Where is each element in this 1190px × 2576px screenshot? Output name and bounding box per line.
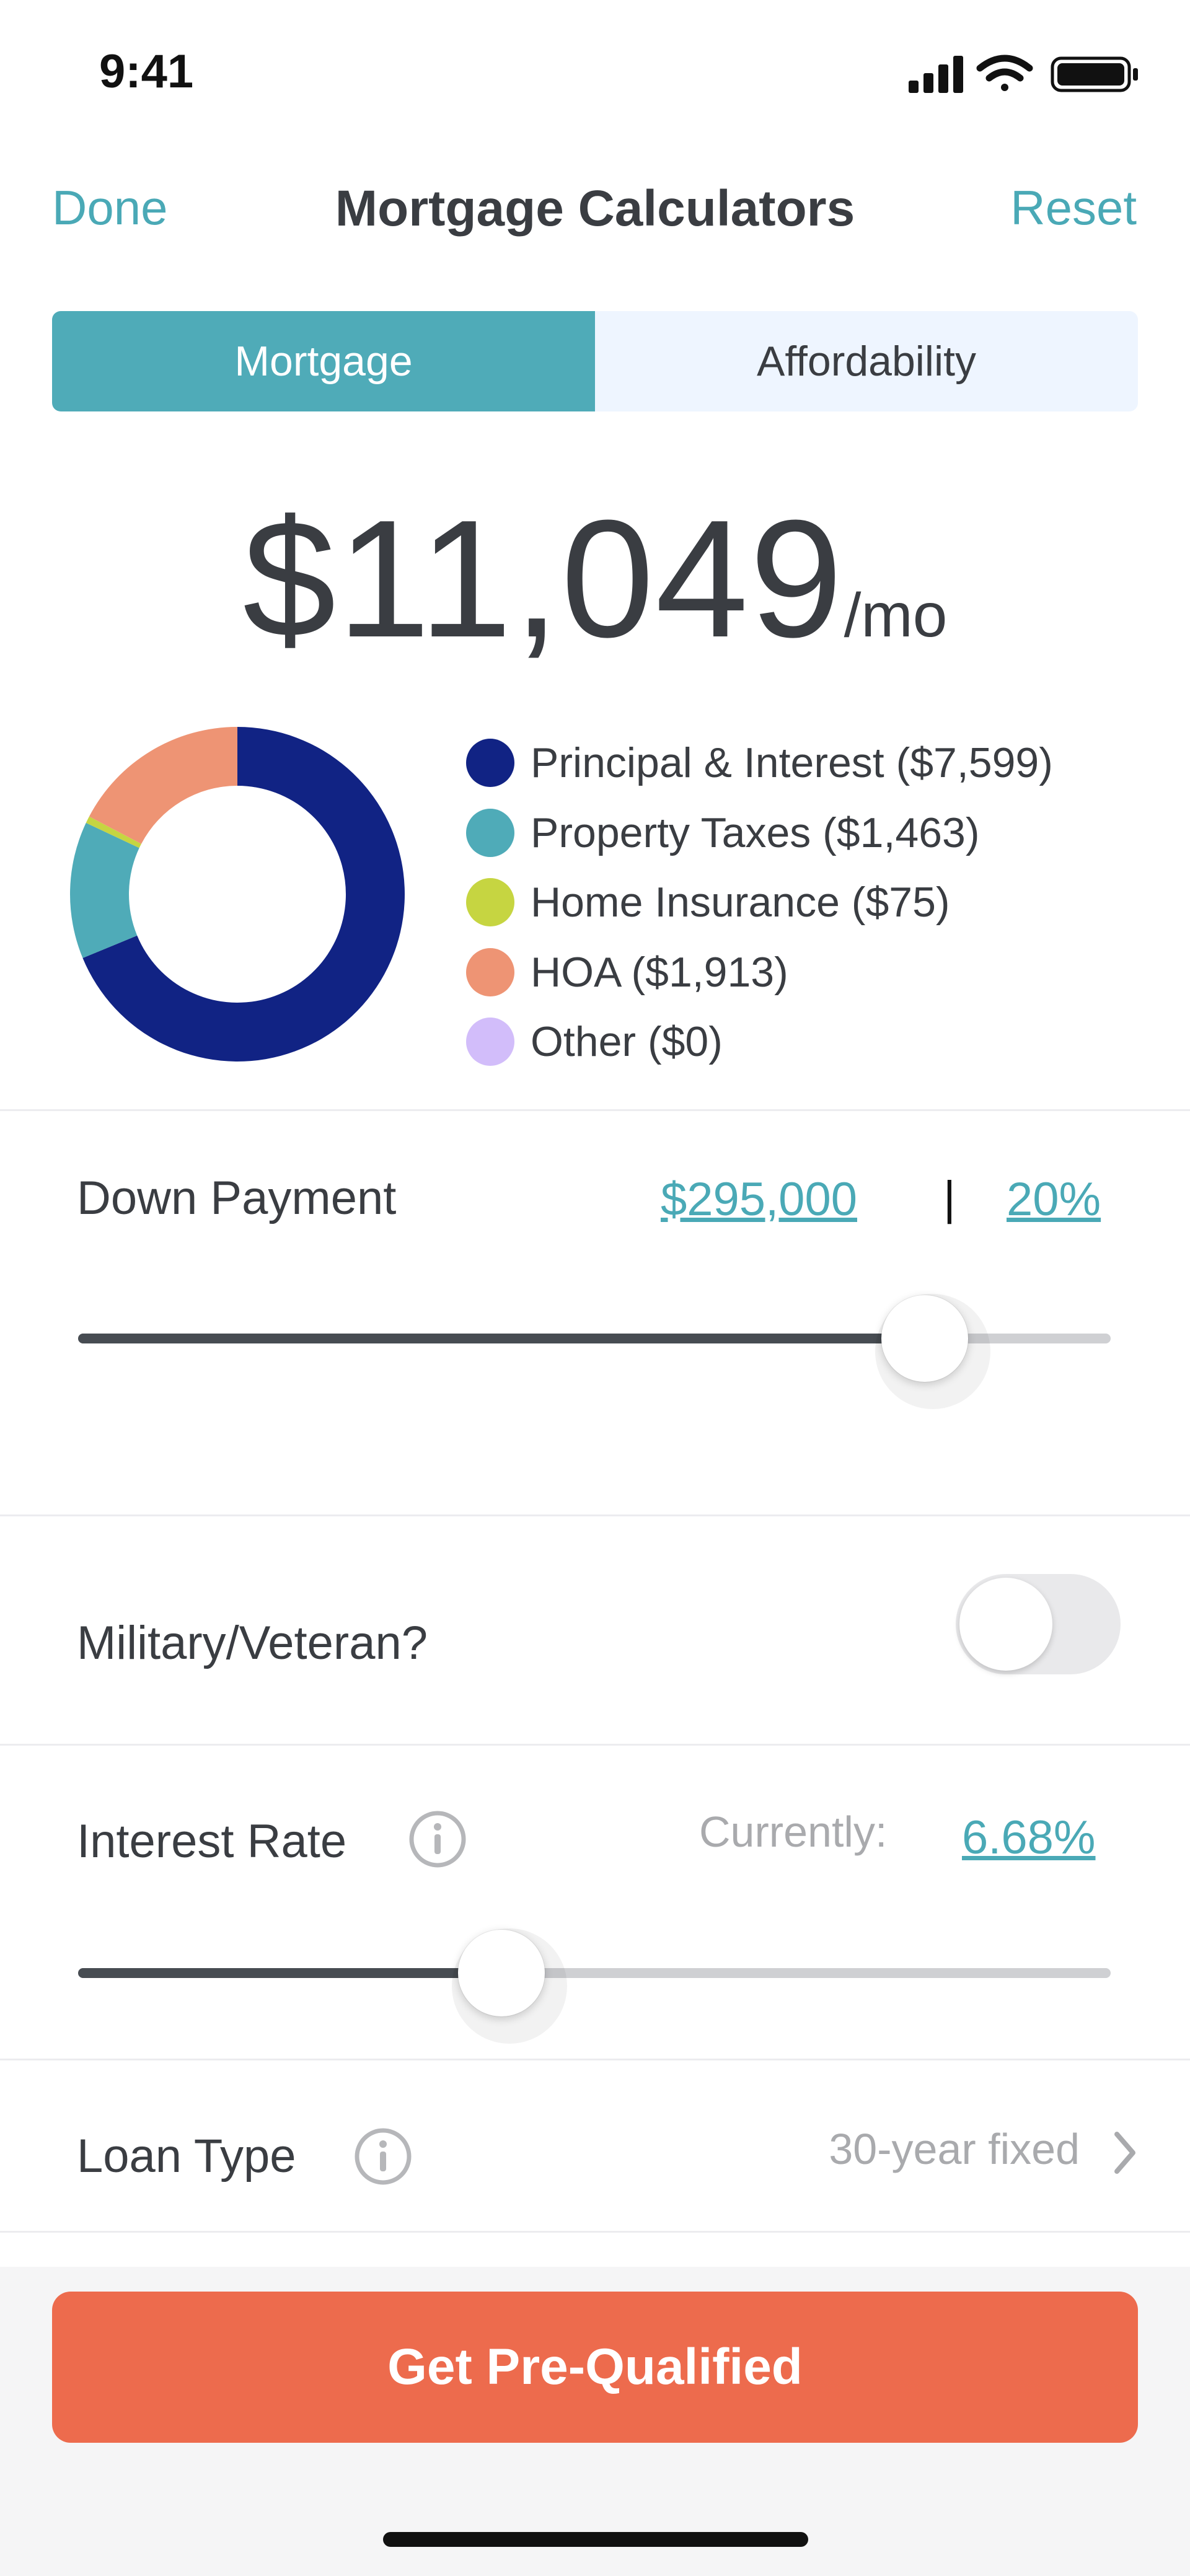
loan-type-row[interactable]: Loan Type 30-year fixed [0,2064,1190,2231]
legend-dot [466,878,514,927]
status-time: 9:41 [99,45,194,98]
battery-icon [1051,56,1138,92]
loan-type-label: Loan Type [77,2130,296,2183]
status-icons [909,55,1138,93]
monthly-amount: $11,049 [242,486,844,672]
interest-rate-label: Interest Rate [77,1815,347,1868]
military-toggle[interactable] [956,1574,1121,1674]
down-payment-slider[interactable] [78,1294,1111,1409]
divider [0,2231,1190,2233]
legend-item-hoa: HOA ($1,913) [466,938,1053,1008]
tab-affordability[interactable]: Affordability [595,311,1138,411]
home-indicator [383,2532,808,2547]
toggle-knob [959,1578,1052,1671]
donut-slice [89,727,237,844]
legend-label: Home Insurance ($75) [531,879,950,926]
loan-type-value: 30-year fixed [829,2125,1080,2173]
legend-dot [466,739,514,788]
legend-item-principal-interest: Principal & Interest ($7,599) [466,728,1053,798]
slider-fill [78,1334,925,1343]
legend-item-home-insurance: Home Insurance ($75) [466,868,1053,938]
monthly-unit: /mo [844,581,948,650]
legend-label: Principal & Interest ($7,599) [531,739,1053,787]
info-icon[interactable] [408,1809,467,1869]
legend-dot [466,947,514,996]
reset-button[interactable]: Reset [1010,180,1137,236]
legend-dot [466,1018,514,1066]
down-payment-label: Down Payment [77,1172,397,1224]
divider [0,1514,1190,1516]
interest-rate-link[interactable]: 6.68% [962,1811,1096,1865]
down-payment-amount-link[interactable]: $295,000 [661,1172,857,1226]
divider [0,1744,1190,1746]
get-prequalified-button[interactable]: Get Pre-Qualified [52,2292,1138,2443]
wifi-icon [976,55,1033,91]
payment-donut-chart [69,727,405,1062]
divider [0,1109,1190,1111]
signal-icon [909,56,963,93]
legend-label: Property Taxes ($1,463) [531,809,980,856]
payment-legend: Principal & Interest ($7,599) Property T… [466,728,1053,1077]
legend-label: Other ($0) [531,1018,723,1066]
legend-item-other: Other ($0) [466,1007,1053,1077]
slider-thumb[interactable] [881,1295,969,1382]
info-icon[interactable] [353,2127,413,2186]
divider [0,2059,1190,2060]
down-payment-percent-link[interactable]: 20% [1007,1172,1101,1226]
current-rate-label: Currently: [699,1808,888,1856]
calculator-tabs: Mortgage Affordability [52,311,1138,411]
military-label: Military/Veteran? [77,1617,428,1669]
legend-dot [466,808,514,857]
slider-thumb[interactable] [458,1930,545,2016]
interest-rate-slider[interactable] [78,1928,1111,2044]
down-payment-separator: | [943,1172,956,1224]
legend-item-property-taxes: Property Taxes ($1,463) [466,798,1053,868]
slider-fill [78,1968,502,1978]
legend-label: HOA ($1,913) [531,948,788,996]
donut-slice [69,822,139,959]
tab-mortgage[interactable]: Mortgage [52,311,595,411]
monthly-payment: $11,049/mo [0,483,1190,675]
chevron-right-icon [1114,2132,1135,2174]
